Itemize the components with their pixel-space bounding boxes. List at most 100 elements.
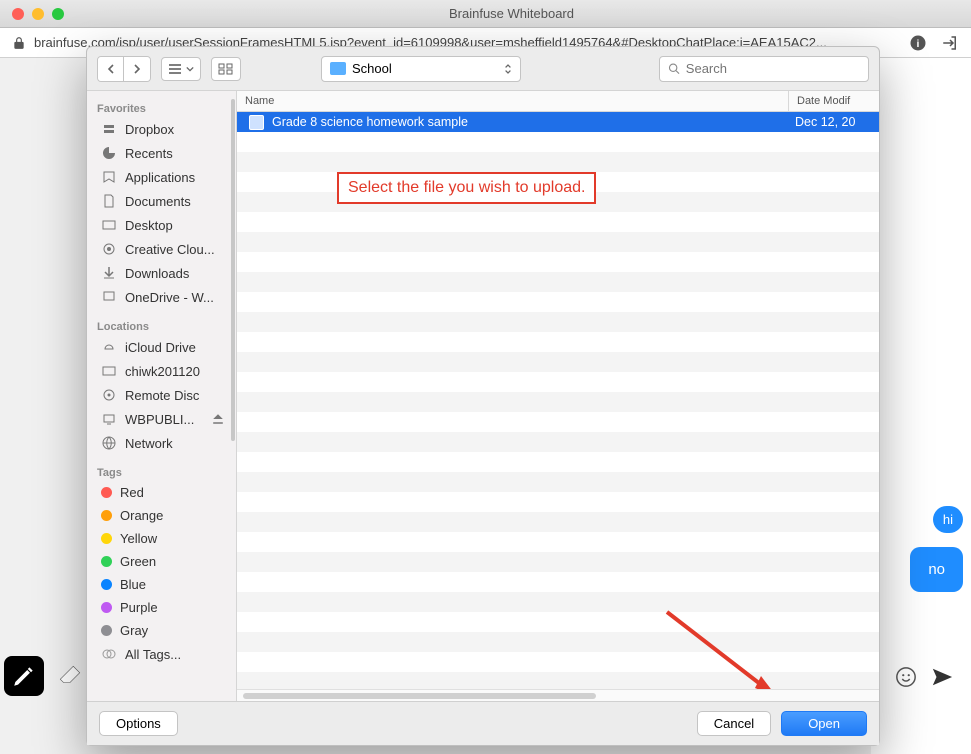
favorite-label: Desktop: [125, 218, 173, 233]
tag-dot-icon: [101, 510, 112, 521]
eraser-tool[interactable]: [50, 656, 90, 696]
browser-titlebar: Brainfuse Whiteboard: [0, 0, 971, 28]
tag-label: Green: [120, 554, 156, 569]
tag-dot-icon: [101, 556, 112, 567]
empty-row: [237, 212, 879, 232]
back-button[interactable]: [98, 57, 124, 81]
empty-row: [237, 292, 879, 312]
favorite-label: Recents: [125, 146, 173, 161]
favorite-icon: [101, 241, 117, 257]
location-label: iCloud Drive: [125, 340, 196, 355]
annotation-callout: Select the file you wish to upload.: [337, 172, 596, 204]
empty-row: [237, 492, 879, 512]
maximize-window-button[interactable]: [52, 8, 64, 20]
empty-row: [237, 532, 879, 552]
sidebar-location-4[interactable]: Network: [87, 431, 236, 455]
column-headers[interactable]: Name Date Modif: [237, 91, 879, 112]
sidebar-location-1[interactable]: chiwk201120: [87, 359, 236, 383]
favorite-label: Creative Clou...: [125, 242, 215, 257]
options-button[interactable]: Options: [99, 711, 178, 736]
empty-row: [237, 632, 879, 652]
search-box[interactable]: [659, 56, 869, 82]
minimize-window-button[interactable]: [32, 8, 44, 20]
sidebar-location-2[interactable]: Remote Disc: [87, 383, 236, 407]
location-icon: [101, 339, 117, 355]
sidebar-tag-purple[interactable]: Purple: [87, 596, 236, 619]
column-name[interactable]: Name: [237, 91, 789, 111]
forward-button[interactable]: [124, 57, 150, 81]
sidebar-tag-green[interactable]: Green: [87, 550, 236, 573]
exit-icon[interactable]: [941, 34, 959, 52]
sidebar-favorite-3[interactable]: Documents: [87, 189, 236, 213]
close-window-button[interactable]: [12, 8, 24, 20]
favorite-label: Applications: [125, 170, 195, 185]
lock-icon: [12, 36, 26, 50]
tag-dot-icon: [101, 625, 112, 636]
sidebar-tag-orange[interactable]: Orange: [87, 504, 236, 527]
location-label: chiwk201120: [125, 364, 200, 379]
empty-row: [237, 672, 879, 689]
sidebar-location-3[interactable]: WBPUBLI...: [87, 407, 236, 431]
info-icon[interactable]: i: [909, 34, 927, 52]
tags-header: Tags: [87, 463, 236, 481]
empty-row: [237, 232, 879, 252]
send-icon[interactable]: [931, 666, 953, 688]
sidebar-favorite-1[interactable]: Recents: [87, 141, 236, 165]
tag-label: Blue: [120, 577, 146, 592]
empty-row: [237, 432, 879, 452]
tag-dot-icon: [101, 602, 112, 613]
sidebar-favorite-7[interactable]: OneDrive - W...: [87, 285, 236, 309]
location-label: WBPUBLI...: [125, 412, 194, 427]
sidebar-favorite-4[interactable]: Desktop: [87, 213, 236, 237]
sidebar-favorite-5[interactable]: Creative Clou...: [87, 237, 236, 261]
favorites-header: Favorites: [87, 99, 236, 117]
file-row[interactable]: Grade 8 science homework sample Dec 12, 2…: [237, 112, 879, 132]
search-icon: [668, 62, 680, 75]
favorite-icon: [101, 265, 117, 281]
empty-row: [237, 572, 879, 592]
sidebar-favorite-6[interactable]: Downloads: [87, 261, 236, 285]
empty-row: [237, 372, 879, 392]
document-icon: [249, 115, 264, 130]
sidebar-location-0[interactable]: iCloud Drive: [87, 335, 236, 359]
window-title: Brainfuse Whiteboard: [64, 6, 959, 21]
location-label: Remote Disc: [125, 388, 199, 403]
sidebar-tag-red[interactable]: Red: [87, 481, 236, 504]
file-list[interactable]: Grade 8 science homework sample Dec 12, 2…: [237, 112, 879, 689]
tag-label: Gray: [120, 623, 148, 638]
sidebar-favorite-2[interactable]: Applications: [87, 165, 236, 189]
horizontal-scrollbar[interactable]: [237, 689, 879, 701]
view-mode-switch[interactable]: [161, 57, 201, 81]
favorite-label: Dropbox: [125, 122, 174, 137]
open-button[interactable]: Open: [781, 711, 867, 736]
sidebar-tag-blue[interactable]: Blue: [87, 573, 236, 596]
empty-row: [237, 472, 879, 492]
favorite-icon: [101, 289, 117, 305]
sidebar-all-tags[interactable]: All Tags...: [87, 642, 236, 666]
favorite-label: Documents: [125, 194, 191, 209]
location-dropdown[interactable]: School: [321, 56, 521, 82]
favorite-icon: [101, 217, 117, 233]
group-button[interactable]: [211, 57, 241, 81]
tag-label: Orange: [120, 508, 163, 523]
eject-icon[interactable]: [210, 411, 226, 427]
sidebar-tag-yellow[interactable]: Yellow: [87, 527, 236, 550]
dialog-toolbar: School: [87, 47, 879, 91]
search-input[interactable]: [686, 61, 860, 76]
empty-row: [237, 412, 879, 432]
sidebar-tag-gray[interactable]: Gray: [87, 619, 236, 642]
column-date[interactable]: Date Modif: [789, 91, 879, 111]
empty-row: [237, 452, 879, 472]
favorite-icon: [101, 121, 117, 137]
favorite-label: OneDrive - W...: [125, 290, 214, 305]
sidebar-favorite-0[interactable]: Dropbox: [87, 117, 236, 141]
location-icon: [101, 435, 117, 451]
emoji-icon[interactable]: [895, 666, 917, 688]
cancel-button[interactable]: Cancel: [697, 711, 771, 736]
location-icon: [101, 363, 117, 379]
file-name: Grade 8 science homework sample: [272, 115, 468, 129]
location-label: Network: [125, 436, 173, 451]
pen-tool[interactable]: [4, 656, 44, 696]
file-date: Dec 12, 20: [789, 115, 879, 129]
empty-row: [237, 132, 879, 152]
